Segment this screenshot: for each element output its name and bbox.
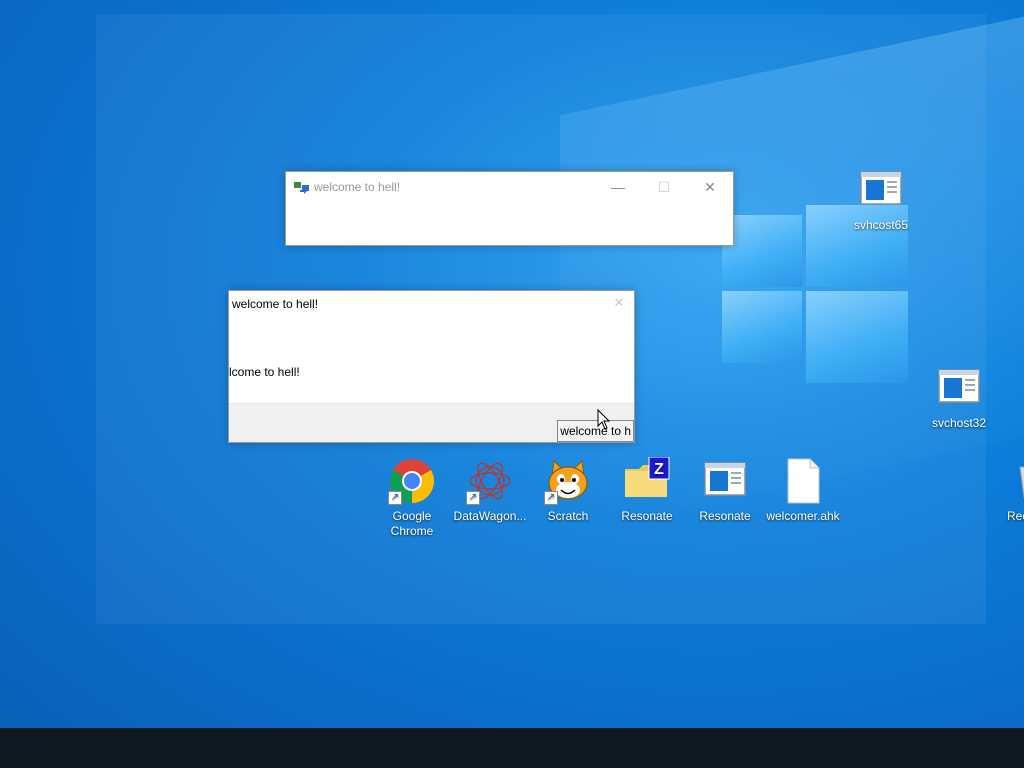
desktop-icon-datawagon[interactable]: ↗ DataWagon... [452,457,528,524]
maximize-button[interactable]: ☐ [641,172,687,202]
welcome-window-top[interactable]: welcome to hell! — ☐ ✕ [285,171,734,246]
desktop-icon-resonate-app[interactable]: Resonate [687,457,763,524]
desktop-icon-welcomer-ahk[interactable]: welcomer.ahk [765,457,841,524]
desktop-icon-resonate-folder[interactable]: Z Resonate [609,456,685,524]
window-titlebar[interactable]: welcome to hell! — ☐ ✕ [286,172,733,202]
desktop-icon-recycle-bin[interactable]: Rec [990,457,1024,524]
app-icon [294,180,310,199]
shortcut-arrow-icon: ↗ [388,491,402,505]
svg-text:Z: Z [654,461,664,478]
desktop-icon-label: Resonate [621,509,673,523]
welcome-button[interactable]: welcome to h [557,420,634,442]
taskbar [0,728,1024,768]
minimize-button[interactable]: — [595,172,641,202]
message-text: lcome to hell! [229,365,300,379]
datawagon-icon: ↗ [466,457,514,505]
desktop-icon-google-chrome[interactable]: ↗ Google Chrome [374,457,450,539]
mouse-cursor-icon [597,408,611,436]
shortcut-arrow-icon: ↗ [544,491,558,505]
close-button[interactable]: ✕ [604,291,634,315]
welcome-window-bottom[interactable]: welcome to hell! ✕ lcome to hell! welcom… [228,290,635,443]
scratch-cat-icon: ↗ [544,457,592,505]
desktop-icon-label: Rec [1007,509,1024,523]
desktop-icon-label: Google Chrome [390,509,434,538]
blank-file-icon [779,457,827,505]
application-window-icon [701,457,749,505]
desktop-icon-svhcost65[interactable]: svhcost65 [843,166,919,233]
desktop-icon-label: Resonate [699,509,751,523]
zip-folder-icon: Z [623,456,671,505]
desktop-icon-label: DataWagon... [453,509,527,523]
desktop-icon-label: welcomer.ahk [766,509,840,523]
window-title: welcome to hell! [232,297,319,311]
desktop-icon-label: Scratch [547,509,589,523]
chrome-icon: ↗ [388,457,436,505]
application-window-icon [857,166,905,214]
desktop-icon-svchost32[interactable]: svchost32 [921,364,997,431]
desktop-icon-scratch[interactable]: ↗ Scratch [530,457,606,524]
status-bar: welcome to h [229,403,634,442]
recycle-bin-icon [1016,457,1024,505]
close-button[interactable]: ✕ [687,172,733,202]
desktop-icon-label: svhcost65 [853,218,909,232]
application-window-icon [935,364,983,412]
shortcut-arrow-icon: ↗ [466,491,480,505]
window-title: welcome to hell! [314,180,401,194]
desktop: svhcost65 svchost32 ↗ Google Chrome ↗ Da… [0,0,1024,728]
desktop-icon-label: svchost32 [931,416,987,430]
